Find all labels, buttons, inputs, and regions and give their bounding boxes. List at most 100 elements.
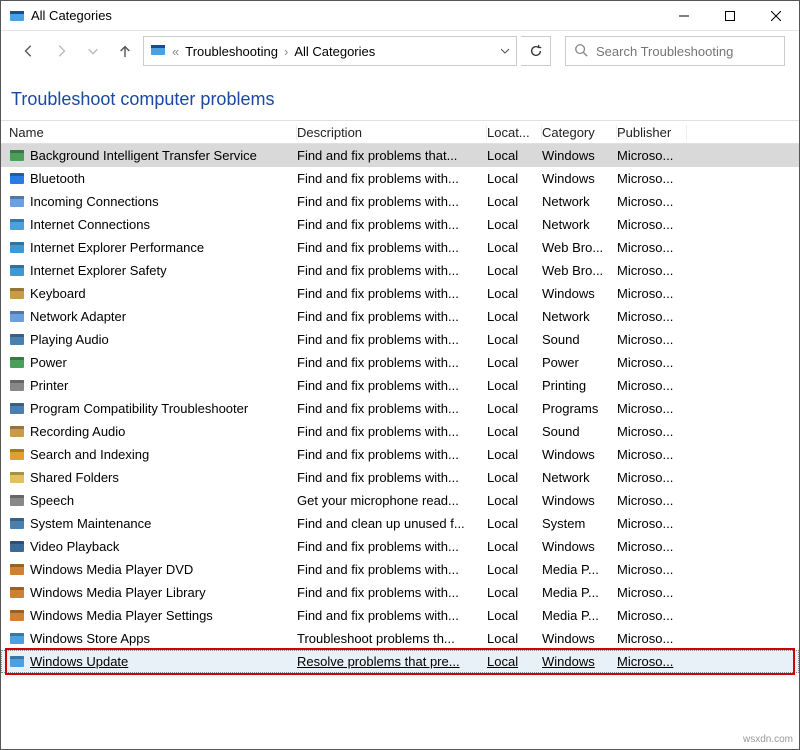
col-name[interactable]: Name — [9, 125, 297, 140]
item-category: Power — [542, 355, 579, 370]
item-name: Power — [30, 355, 67, 370]
item-description: Find and fix problems that... — [297, 148, 457, 163]
list-item[interactable]: Playing AudioFind and fix problems with.… — [1, 328, 799, 351]
item-category: Windows — [542, 539, 595, 554]
list-item[interactable]: SpeechGet your microphone read...LocalWi… — [1, 489, 799, 512]
list-item[interactable]: Internet Explorer PerformanceFind and fi… — [1, 236, 799, 259]
item-category: Media P... — [542, 585, 599, 600]
item-description: Find and fix problems with... — [297, 378, 459, 393]
search-box[interactable] — [565, 36, 785, 66]
minimize-button[interactable] — [661, 1, 707, 31]
item-location: Local — [487, 654, 518, 669]
item-icon — [9, 539, 25, 555]
item-location: Local — [487, 286, 518, 301]
breadcrumb-item[interactable]: Troubleshooting — [185, 44, 278, 59]
item-category: Windows — [542, 631, 595, 646]
item-publisher: Microso... — [617, 309, 673, 324]
item-location: Local — [487, 148, 518, 163]
page-title: Troubleshoot computer problems — [11, 89, 789, 110]
item-location: Local — [487, 516, 518, 531]
close-button[interactable] — [753, 1, 799, 31]
item-category: Programs — [542, 401, 598, 416]
item-publisher: Microso... — [617, 194, 673, 209]
item-icon — [9, 309, 25, 325]
item-icon — [9, 608, 25, 624]
list-item[interactable]: Windows Media Player DVDFind and fix pro… — [1, 558, 799, 581]
list-item[interactable]: Incoming ConnectionsFind and fix problem… — [1, 190, 799, 213]
item-location: Local — [487, 401, 518, 416]
item-icon — [9, 654, 25, 670]
search-input[interactable] — [594, 43, 776, 60]
list-item[interactable]: PrinterFind and fix problems with...Loca… — [1, 374, 799, 397]
item-location: Local — [487, 217, 518, 232]
item-publisher: Microso... — [617, 171, 673, 186]
list-item[interactable]: Recording AudioFind and fix problems wit… — [1, 420, 799, 443]
item-name: Keyboard — [30, 286, 86, 301]
col-description[interactable]: Description — [297, 125, 487, 140]
list-item[interactable]: Internet Explorer SafetyFind and fix pro… — [1, 259, 799, 282]
list-item[interactable]: Internet ConnectionsFind and fix problem… — [1, 213, 799, 236]
watermark: wsxdn.com — [743, 734, 793, 745]
item-icon — [9, 447, 25, 463]
item-category: Windows — [542, 447, 595, 462]
item-category: Media P... — [542, 608, 599, 623]
back-button[interactable] — [15, 37, 43, 65]
col-location[interactable]: Locat... — [487, 125, 542, 140]
list-item[interactable]: Program Compatibility TroubleshooterFind… — [1, 397, 799, 420]
item-publisher: Microso... — [617, 608, 673, 623]
refresh-button[interactable] — [521, 36, 551, 66]
toolbar: « Troubleshooting › All Categories — [1, 31, 799, 71]
item-location: Local — [487, 309, 518, 324]
item-category: Network — [542, 194, 590, 209]
item-name: Internet Explorer Safety — [30, 263, 167, 278]
item-publisher: Microso... — [617, 240, 673, 255]
list-item[interactable]: Search and IndexingFind and fix problems… — [1, 443, 799, 466]
item-publisher: Microso... — [617, 493, 673, 508]
list-item[interactable]: KeyboardFind and fix problems with...Loc… — [1, 282, 799, 305]
list-item[interactable]: PowerFind and fix problems with...LocalP… — [1, 351, 799, 374]
list-item[interactable]: Network AdapterFind and fix problems wit… — [1, 305, 799, 328]
item-location: Local — [487, 562, 518, 577]
list-item[interactable]: BluetoothFind and fix problems with...Lo… — [1, 167, 799, 190]
breadcrumb-prefix: « — [172, 44, 179, 59]
item-publisher: Microso... — [617, 401, 673, 416]
item-icon — [9, 171, 25, 187]
list-item[interactable]: Windows Media Player LibraryFind and fix… — [1, 581, 799, 604]
forward-button[interactable] — [47, 37, 75, 65]
item-name: Shared Folders — [30, 470, 119, 485]
page-header: Troubleshoot computer problems — [1, 71, 799, 120]
item-category: Web Bro... — [542, 263, 603, 278]
address-bar[interactable]: « Troubleshooting › All Categories — [143, 36, 517, 66]
list-item[interactable]: Windows Media Player SettingsFind and fi… — [1, 604, 799, 627]
item-description: Find and fix problems with... — [297, 309, 459, 324]
maximize-button[interactable] — [707, 1, 753, 31]
item-name: Speech — [30, 493, 74, 508]
item-category: Network — [542, 309, 590, 324]
item-category: Windows — [542, 171, 595, 186]
item-icon — [9, 493, 25, 509]
list-item[interactable]: Windows Store AppsTroubleshoot problems … — [1, 627, 799, 650]
breadcrumb-item[interactable]: All Categories — [294, 44, 375, 59]
item-name: Search and Indexing — [30, 447, 149, 462]
item-location: Local — [487, 378, 518, 393]
item-description: Troubleshoot problems th... — [297, 631, 455, 646]
list-item[interactable]: Shared Folders Find and fix problems with… — [1, 466, 799, 489]
chevron-down-icon[interactable] — [500, 44, 510, 59]
item-category: Windows — [542, 493, 595, 508]
item-location: Local — [487, 470, 518, 485]
item-category: Web Bro... — [542, 240, 603, 255]
recent-locations-button[interactable] — [79, 37, 107, 65]
list-item[interactable]: Windows UpdateResolve problems that pre.… — [1, 650, 799, 673]
item-name: Internet Explorer Performance — [30, 240, 204, 255]
up-button[interactable] — [111, 37, 139, 65]
col-publisher[interactable]: Publisher — [617, 125, 687, 140]
list-item[interactable]: System MaintenanceFind and clean up unus… — [1, 512, 799, 535]
item-description: Find and fix problems with... — [297, 470, 459, 485]
item-location: Local — [487, 539, 518, 554]
item-description: Get your microphone read... — [297, 493, 459, 508]
list-item[interactable]: Background Intelligent Transfer ServiceF… — [1, 144, 799, 167]
item-icon — [9, 332, 25, 348]
col-category[interactable]: Category — [542, 125, 617, 140]
item-description: Find and fix problems with... — [297, 171, 459, 186]
list-item[interactable]: Video PlaybackFind and fix problems with… — [1, 535, 799, 558]
